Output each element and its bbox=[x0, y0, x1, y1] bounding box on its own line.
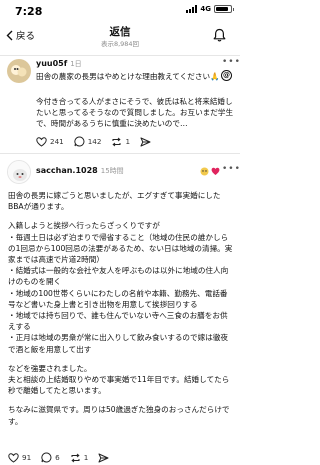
repost-icon bbox=[71, 453, 80, 462]
divider bbox=[0, 55, 240, 56]
share-button[interactable] bbox=[98, 453, 109, 463]
post-time: 15時間 bbox=[100, 167, 124, 175]
repost-button[interactable]: 1 bbox=[70, 453, 89, 463]
heart-badge-icon bbox=[211, 167, 220, 175]
comment-icon bbox=[74, 136, 85, 147]
post-time: 1日 bbox=[70, 60, 82, 68]
post-line: などを強要されました。 bbox=[8, 363, 92, 373]
post-username[interactable]: sacchan.1028 15時間 bbox=[36, 166, 124, 176]
heart-icon bbox=[36, 136, 47, 147]
post-line: ・毎週土日は必ず泊まりで帰省すること（地域の住民の誰かしらの1回忌から100回忌… bbox=[8, 232, 233, 265]
post-text: 田舎の農家の長男はやめとけな理由教えてください🙏 bbox=[36, 72, 220, 81]
post-line: ・地域では持ち回りで、誰も住んでいない寺へ三食のお膳をお供えする bbox=[8, 311, 228, 332]
post-line: 夫と相談の上結婚取りやめで事実婚で11年目です。結婚してたら秒で離婚してたと思い… bbox=[8, 375, 230, 396]
comment-icon bbox=[41, 452, 52, 463]
comment-count: 142 bbox=[87, 137, 102, 146]
share-button[interactable] bbox=[140, 137, 151, 147]
post-actions: 241 142 1 bbox=[36, 136, 151, 147]
comment-button[interactable]: 142 bbox=[74, 136, 102, 147]
status-indicators: 4G bbox=[186, 5, 234, 13]
reaction-badges bbox=[200, 167, 220, 176]
username-text: sacchan.1028 bbox=[36, 166, 98, 175]
view-count: 表示8,984回 bbox=[100, 40, 140, 48]
comment-button[interactable]: 6 bbox=[41, 452, 60, 463]
post-line: ちなみに滋賀県です。周りは50歳過ぎた独身のおっさんだらけです。 bbox=[8, 405, 230, 426]
avatar[interactable] bbox=[7, 160, 31, 184]
battery-icon bbox=[214, 5, 234, 13]
like-button[interactable]: 91 bbox=[8, 452, 32, 463]
more-options-icon[interactable]: ••• bbox=[222, 57, 241, 67]
nav-bar: 戻る 返信 表示8,984回 bbox=[0, 20, 240, 54]
repost-count: 1 bbox=[125, 137, 131, 146]
page-title: 返信 bbox=[109, 26, 131, 38]
divider bbox=[0, 153, 240, 154]
status-bar: 7:28 4G bbox=[0, 0, 240, 20]
share-icon bbox=[140, 137, 151, 146]
post-username[interactable]: yuu05f 1日 bbox=[36, 59, 82, 69]
like-button[interactable]: 241 bbox=[36, 136, 64, 147]
like-count: 241 bbox=[50, 137, 64, 146]
network-type: 4G bbox=[200, 5, 211, 13]
signal-icon bbox=[186, 5, 198, 13]
heart-icon bbox=[8, 452, 19, 463]
post-line: 入籍しようと挨拶へ行ったらざっくりですが bbox=[8, 221, 160, 231]
comment-count: 6 bbox=[55, 453, 60, 462]
status-time: 7:28 bbox=[15, 5, 43, 18]
post-body: 今付き合ってる人がまさにそうで、彼氏は私と将来結婚したいと思ってるそうなので質問… bbox=[36, 97, 234, 129]
more-options-icon[interactable]: ••• bbox=[222, 164, 241, 174]
repost-icon bbox=[112, 137, 122, 146]
post-line: ・正月は地域の男衆が常に出入りして飲み食いするので嫁は徹夜で酒と飯を用意して出す bbox=[8, 333, 228, 354]
like-count: 91 bbox=[22, 453, 32, 462]
threads-icon[interactable]: @ bbox=[221, 70, 232, 81]
post-actions: 91 6 1 bbox=[8, 452, 109, 463]
post-line: ・地域の100世帯くらいにわたしの名前や本籍、勤務先、電話番号など書いた身上書と… bbox=[8, 288, 228, 309]
repost-count: 1 bbox=[83, 453, 89, 462]
post-body: 田舎の長男に嫁ごうと思いましたが、エグすぎて事実婚にしたBBAが通ります。 入籍… bbox=[8, 190, 234, 427]
post-line: ・結婚式は一般的な会社や友人を呼ぶものは以外に地域の住人向けのものを開く bbox=[8, 266, 229, 287]
username-text: yuu05f bbox=[36, 59, 68, 68]
post-line: 田舎の長男に嫁ごうと思いましたが、エグすぎて事実婚にしたBBAが通ります。 bbox=[8, 191, 221, 212]
bell-icon[interactable] bbox=[213, 28, 226, 42]
repost-button[interactable]: 1 bbox=[111, 137, 130, 147]
share-icon bbox=[98, 453, 109, 462]
avatar[interactable] bbox=[7, 59, 31, 83]
sticker-icon bbox=[200, 167, 209, 176]
